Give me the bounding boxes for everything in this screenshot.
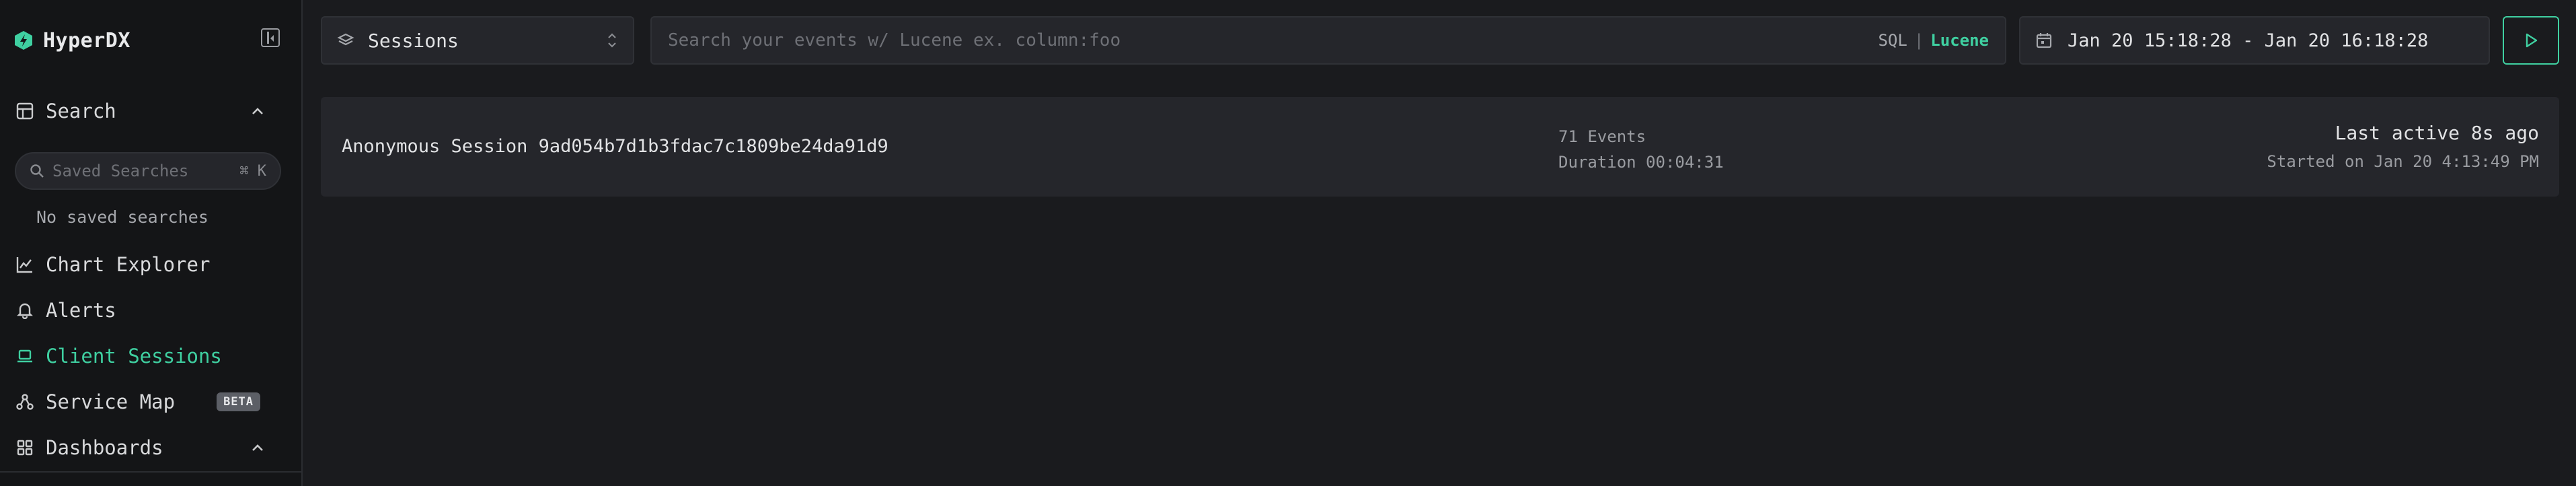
sql-mode-option[interactable]: SQL xyxy=(1878,31,1907,50)
session-name: Anonymous Session 9ad054b7d1b3fdac7c1809… xyxy=(342,136,888,157)
hyperdx-logo-icon xyxy=(15,31,32,50)
lucene-mode-option[interactable]: Lucene xyxy=(1930,31,1989,50)
saved-searches-placeholder: Saved Searches xyxy=(52,162,189,180)
session-stats: 71 Events Duration 00:04:31 xyxy=(1558,124,1724,175)
search-bar: SQL | Lucene xyxy=(650,16,2006,65)
time-range-picker[interactable]: Jan 20 15:18:28 - Jan 20 16:18:28 xyxy=(2019,16,2490,65)
search-input[interactable] xyxy=(668,30,1879,50)
session-started: Started on Jan 20 4:13:49 PM xyxy=(2267,152,2539,171)
source-select-value: Sessions xyxy=(368,29,459,52)
mode-separator: | xyxy=(1914,31,1924,50)
chevron-up-icon[interactable] xyxy=(250,104,265,118)
time-range-value: Jan 20 15:18:28 - Jan 20 16:18:28 xyxy=(2068,30,2429,51)
layers-icon xyxy=(337,33,354,46)
selector-icon xyxy=(608,33,616,48)
sidebar-divider xyxy=(0,471,303,473)
nav-client-sessions[interactable]: Client Sessions xyxy=(15,340,284,372)
hierarchy-icon xyxy=(15,392,35,412)
source-select[interactable]: Sessions xyxy=(321,16,634,65)
no-saved-searches-text: No saved searches xyxy=(36,207,209,227)
nav-alerts[interactable]: Alerts xyxy=(15,294,284,326)
query-language-toggle: SQL | Lucene xyxy=(1878,31,1989,50)
play-icon xyxy=(2526,33,2538,48)
app-name: HyperDX xyxy=(43,28,130,53)
beta-badge: BETA xyxy=(217,392,261,411)
nav-service-map[interactable]: Service Map BETA xyxy=(15,386,284,418)
grid-icon xyxy=(15,438,35,458)
session-times: Last active 8s ago Started on Jan 20 4:1… xyxy=(2267,118,2539,175)
search-icon xyxy=(30,164,44,178)
bell-icon xyxy=(15,300,35,320)
session-card[interactable]: Anonymous Session 9ad054b7d1b3fdac7c1809… xyxy=(321,97,2559,197)
table-icon xyxy=(15,101,35,121)
nav-dashboards-label: Dashboards xyxy=(46,436,163,459)
chevron-up-icon[interactable] xyxy=(250,441,265,454)
saved-searches-input[interactable]: Saved Searches ⌘ K xyxy=(15,152,281,190)
app-root: HyperDX Search Saved Searches ⌘ K No sav… xyxy=(0,0,2576,486)
sidebar: HyperDX Search Saved Searches ⌘ K No sav… xyxy=(0,0,303,486)
saved-searches-shortcut: ⌘ K xyxy=(239,162,266,180)
chart-line-icon xyxy=(15,254,35,275)
session-duration: Duration 00:04:31 xyxy=(1558,153,1724,172)
sidebar-collapse-icon[interactable] xyxy=(261,28,280,47)
nav-service-map-label: Service Map xyxy=(46,390,176,413)
session-event-count: 71 Events xyxy=(1558,127,1646,146)
laptop-icon xyxy=(15,346,35,366)
nav-dashboards[interactable]: Dashboards xyxy=(15,431,284,464)
nav-chart-explorer[interactable]: Chart Explorer xyxy=(15,248,284,281)
nav-client-sessions-label: Client Sessions xyxy=(46,345,222,368)
run-query-button[interactable] xyxy=(2503,16,2559,65)
nav-chart-explorer-label: Chart Explorer xyxy=(46,253,211,276)
nav-search[interactable]: Search xyxy=(15,95,284,127)
session-last-active: Last active 8s ago xyxy=(2335,122,2539,144)
nav-alerts-label: Alerts xyxy=(46,299,116,322)
calendar-icon xyxy=(2036,33,2052,48)
nav-search-label: Search xyxy=(46,100,116,123)
brand[interactable]: HyperDX xyxy=(13,26,130,55)
